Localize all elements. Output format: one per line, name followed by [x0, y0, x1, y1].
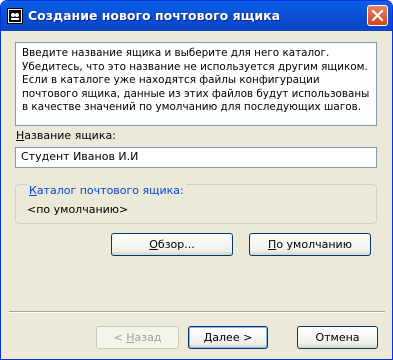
window-title: Создание нового почтового ящика	[28, 8, 281, 23]
close-button[interactable]	[367, 5, 388, 26]
next-button[interactable]: Далее >	[188, 326, 268, 349]
wizard-dialog: Создание нового почтового ящика Введите …	[0, 0, 393, 360]
default-button[interactable]: По умолчанию	[249, 233, 371, 256]
mailbox-name-label: Название ящика:	[16, 129, 116, 142]
description-box: Введите название ящика и выберите для не…	[15, 42, 377, 126]
catalog-group: Каталог почтового ящика: <по умолчанию>	[15, 184, 377, 224]
close-icon	[371, 9, 384, 22]
catalog-value: <по умолчанию>	[27, 203, 129, 216]
mail-app-icon	[7, 8, 23, 24]
cancel-button[interactable]: Отмена	[297, 326, 378, 349]
title-bar[interactable]: Создание нового почтового ящика	[1, 1, 392, 31]
browse-button[interactable]: Обзор...	[111, 233, 233, 256]
catalog-label: Каталог почтового ящика:	[27, 184, 186, 197]
footer-separator	[9, 311, 385, 313]
back-button[interactable]: < Назад	[96, 326, 179, 349]
mailbox-name-input[interactable]: Студент Иванов И.И	[15, 147, 377, 168]
